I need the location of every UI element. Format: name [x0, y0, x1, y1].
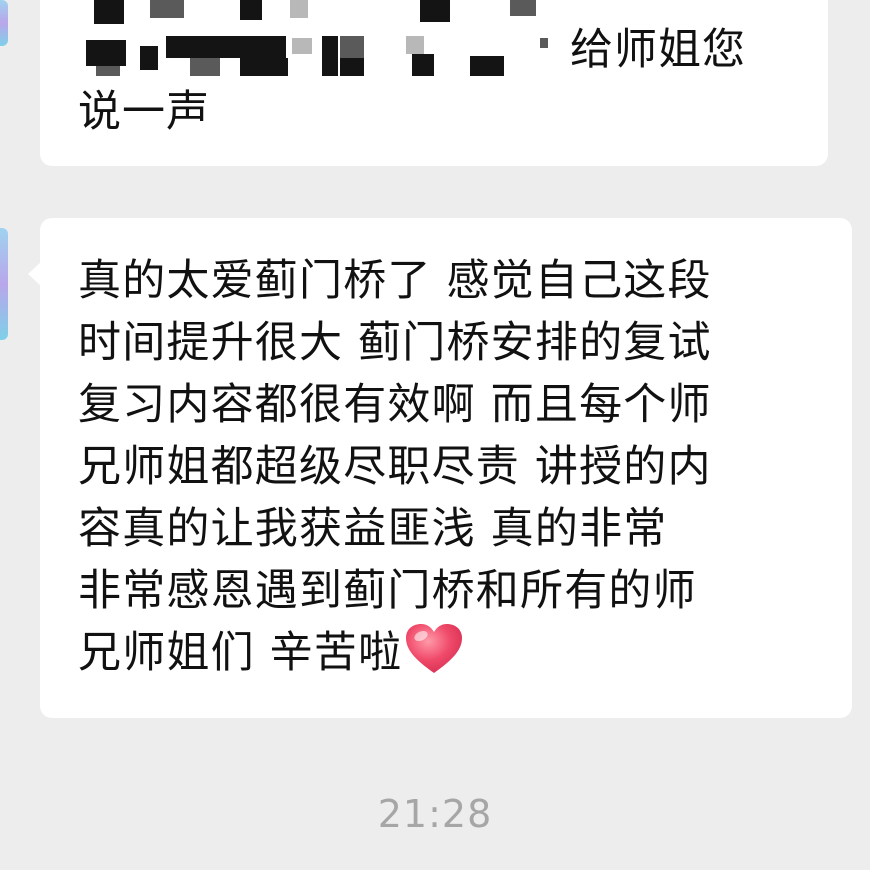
chat-window: 给师姐您 说一声 真的太爱蓟门桥了 感觉自己这段 时间提升很大 蓟门桥安排的复试… — [0, 0, 870, 870]
message-text: 说一声 — [78, 87, 210, 137]
message-text-line: 真的太爱蓟门桥了 感觉自己这段 — [78, 256, 712, 306]
message-text-line: 容真的让我获益匪浅 真的非常 — [78, 504, 668, 554]
sender-avatar[interactable] — [0, 0, 8, 46]
sender-avatar[interactable] — [0, 228, 8, 340]
message-text: 给师姐您 — [570, 25, 746, 75]
message-text-line: 时间提升很大 蓟门桥安排的复试 — [78, 318, 712, 368]
message-text-line: 兄师姐们 辛苦啦 — [78, 628, 403, 678]
message-timestamp: 21:28 — [377, 792, 493, 836]
message-text-line-last: 兄师姐们 辛苦啦 — [78, 622, 822, 684]
message-text-line: 非常感恩遇到蓟门桥和所有的师 — [78, 566, 697, 616]
message-bubble[interactable]: 真的太爱蓟门桥了 感觉自己这段 时间提升很大 蓟门桥安排的复试 复习内容都很有效… — [28, 218, 852, 718]
message-bubble[interactable]: 给师姐您 说一声 — [40, 0, 828, 166]
heart-icon — [404, 623, 464, 675]
message-text-line: 兄师姐都超级尽职尽责 讲授的内 — [78, 442, 712, 492]
message-text-line: 复习内容都很有效啊 而且每个师 — [78, 380, 712, 430]
